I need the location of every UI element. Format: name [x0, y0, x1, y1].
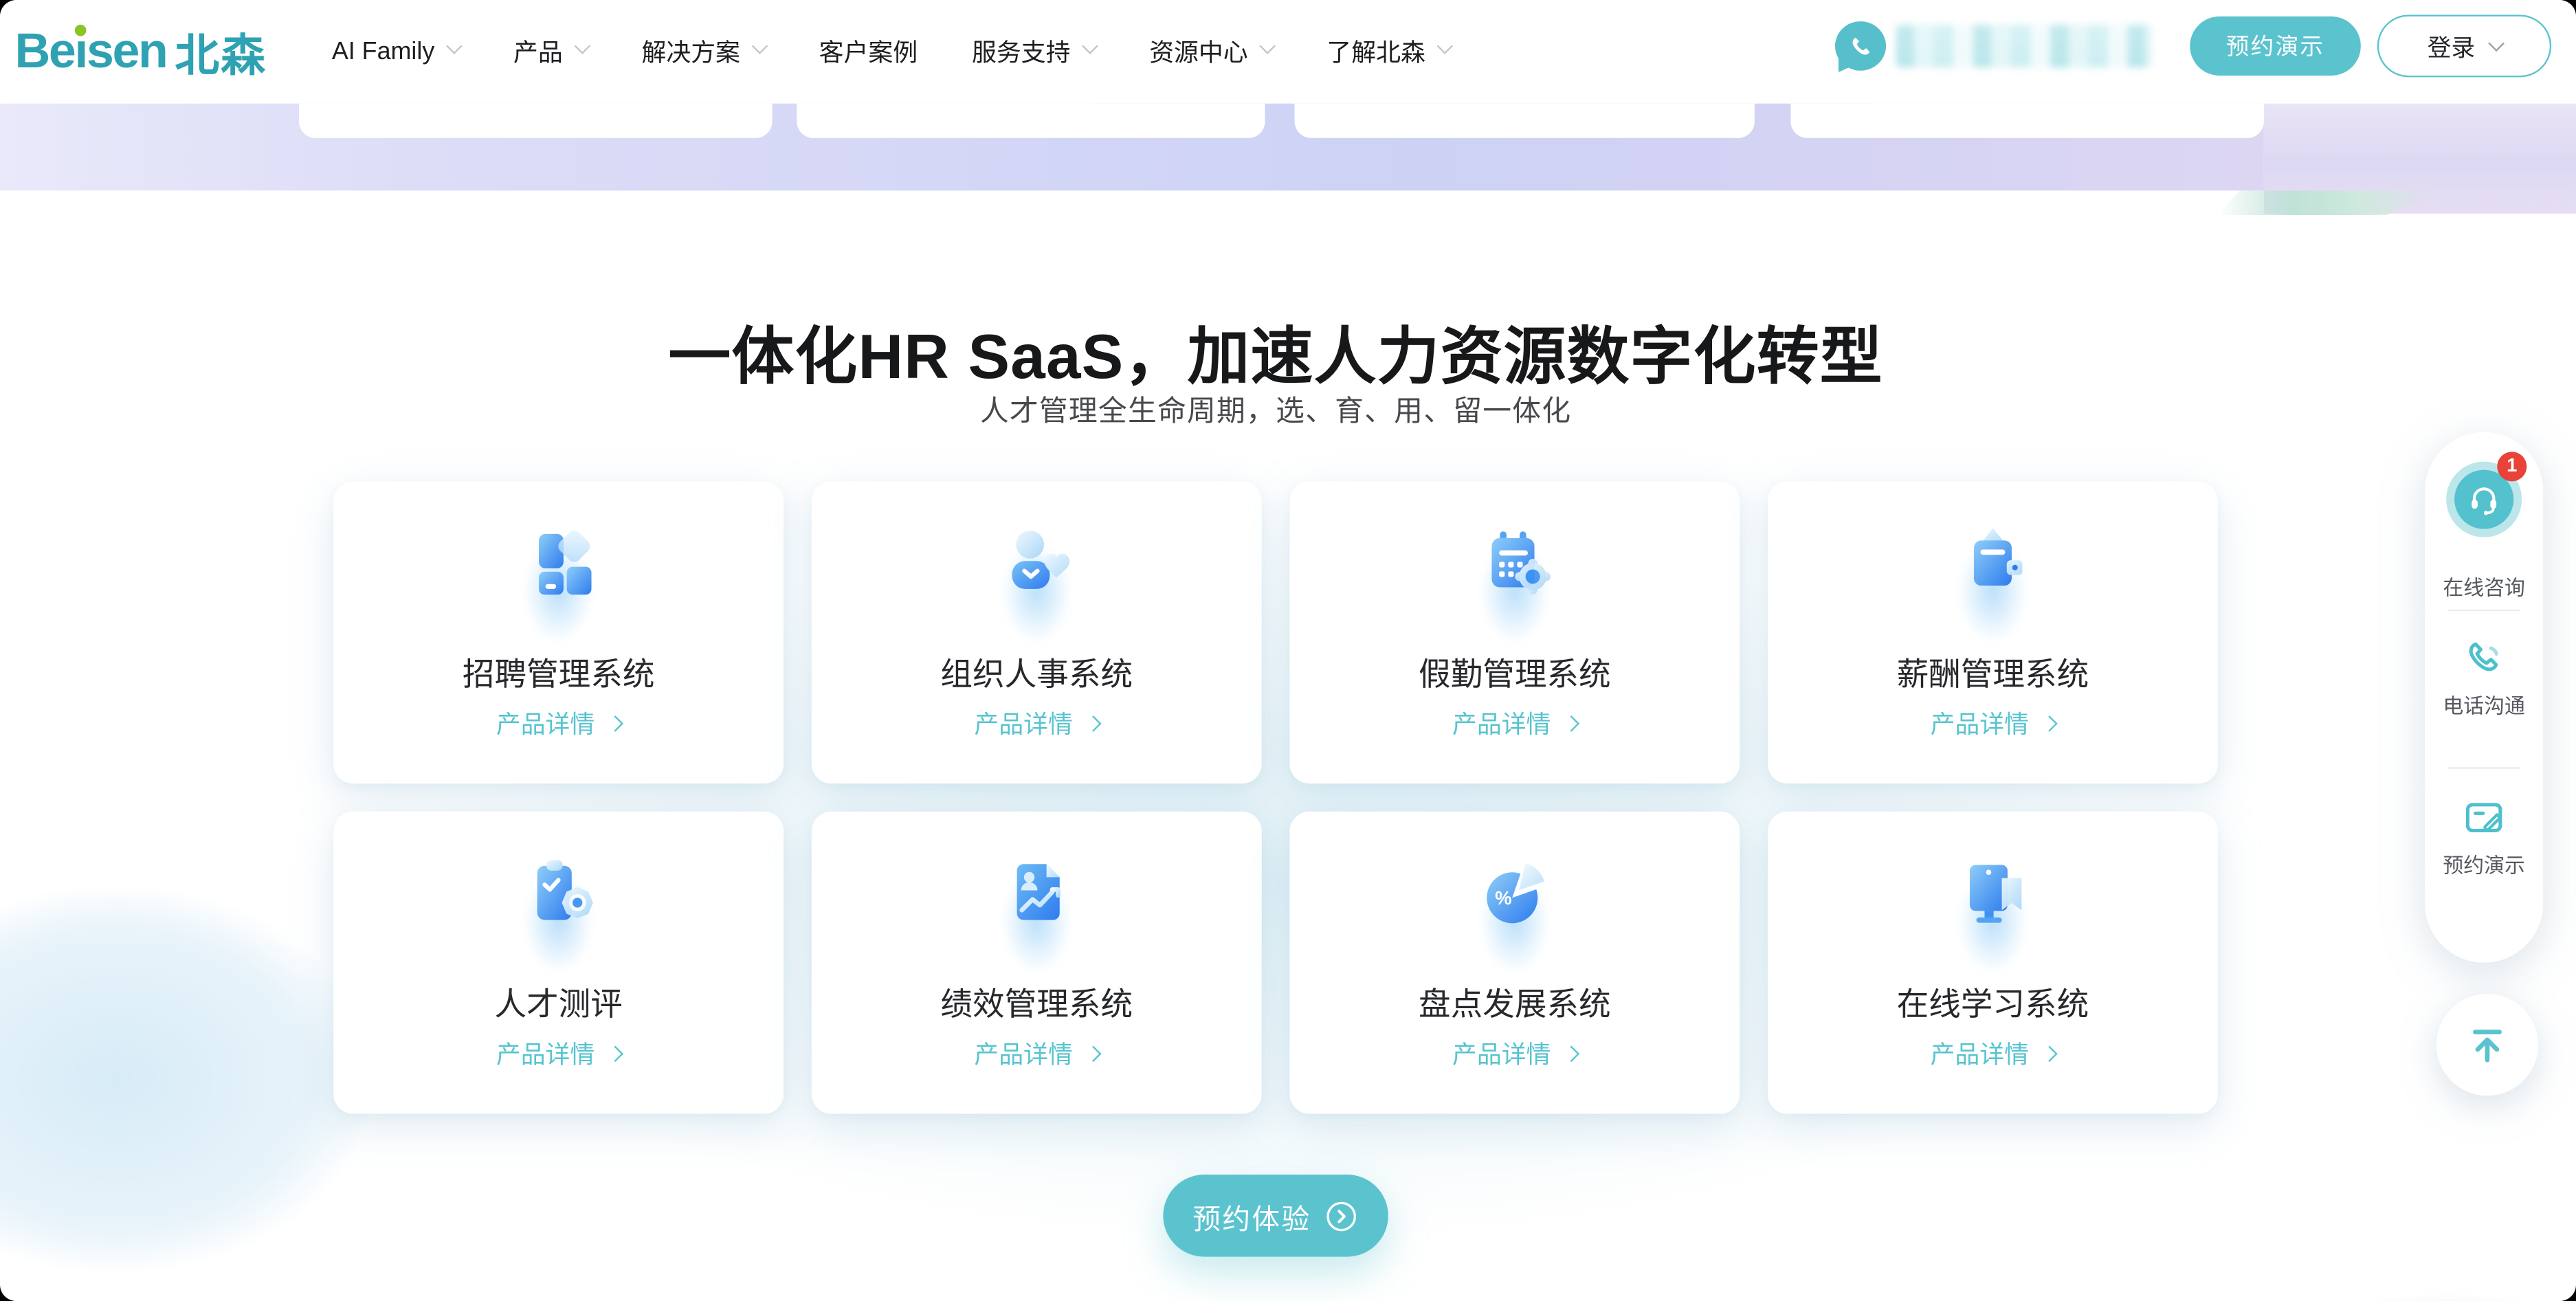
- chevron-down-icon: [2487, 34, 2504, 51]
- clipboard-gear-icon: [518, 853, 600, 935]
- product-detail-link[interactable]: 产品详情: [1289, 707, 1740, 741]
- product-card-compensation[interactable]: 薪酬管理系统 产品详情: [1768, 481, 2218, 783]
- partial-card: [1295, 104, 1755, 138]
- divider: [2448, 610, 2520, 611]
- phone-icon: [2461, 636, 2507, 682]
- app-blocks-icon: [518, 522, 600, 605]
- main-nav: AI Family 产品 解决方案 客户案例 服务支持 资源中心 了解北森: [332, 0, 1450, 104]
- product-card-assessment[interactable]: 人才测评 产品详情: [333, 812, 784, 1114]
- wallet-icon: [1952, 522, 2034, 605]
- person-heart-icon: [996, 522, 1078, 605]
- product-detail-link[interactable]: 产品详情: [812, 707, 1262, 741]
- chevron-right-icon: [1563, 715, 1579, 732]
- chevron-right-icon: [2041, 1046, 2058, 1063]
- book-trial-button[interactable]: 预约体验: [1163, 1175, 1388, 1257]
- phone-contact-button[interactable]: 电话沟通: [2425, 636, 2543, 720]
- nav-item-ai-family[interactable]: AI Family: [332, 38, 459, 66]
- product-detail-link[interactable]: 产品详情: [812, 1036, 1262, 1071]
- beisen-homepage: Beısen 北森 AI Family 产品 解决方案 客户案例 服务支持 资源…: [0, 0, 2576, 1301]
- nav-item-solutions[interactable]: 解决方案: [641, 34, 764, 69]
- product-detail-link[interactable]: 产品详情: [333, 707, 784, 741]
- monitor-learning-icon: [1952, 853, 2034, 935]
- chevron-right-icon: [1085, 1046, 1102, 1063]
- book-demo-side-button[interactable]: 预约演示: [2425, 795, 2543, 879]
- top-navigation-bar: Beısen 北森 AI Family 产品 解决方案 客户案例 服务支持 资源…: [0, 0, 2576, 104]
- circle-arrow-right-icon: [1324, 1199, 1359, 1233]
- product-card-online-learning[interactable]: 在线学习系统 产品详情: [1768, 812, 2218, 1114]
- phone-number-redacted: [1896, 25, 2152, 67]
- partial-card: [299, 104, 772, 138]
- chevron-right-icon: [607, 1046, 623, 1063]
- product-detail-link[interactable]: 产品详情: [333, 1036, 784, 1071]
- chevron-down-icon: [573, 38, 590, 54]
- product-grid: 招聘管理系统 产品详情 组织人事系统 产品详情: [333, 481, 2218, 1113]
- form-pen-icon: [2461, 795, 2507, 841]
- product-card-recruiting[interactable]: 招聘管理系统 产品详情: [333, 481, 784, 783]
- chevron-right-icon: [1085, 715, 1102, 732]
- calendar-gear-icon: [1474, 522, 1556, 605]
- nav-item-service-support[interactable]: 服务支持: [972, 34, 1095, 69]
- chevron-right-icon: [2041, 715, 2058, 732]
- product-detail-link[interactable]: 产品详情: [1768, 707, 2218, 741]
- login-button[interactable]: 登录: [2377, 15, 2551, 78]
- nav-item-about-beisen[interactable]: 了解北森: [1326, 34, 1450, 69]
- logo-cjk: 北森: [175, 20, 267, 84]
- pie-percent-icon: %: [1474, 853, 1556, 935]
- product-card-talent-review[interactable]: % 盘点发展系统 产品详情: [1289, 812, 1740, 1114]
- partial-card: [1790, 104, 2263, 138]
- svg-text:%: %: [1495, 887, 1511, 909]
- arrow-up-icon: [2466, 1023, 2509, 1066]
- product-detail-link[interactable]: 产品详情: [1289, 1036, 1740, 1071]
- beisen-logo[interactable]: Beısen 北森: [15, 0, 267, 104]
- notification-badge: 1: [2497, 452, 2527, 481]
- logo-green-dot-icon: [75, 24, 87, 36]
- book-demo-button[interactable]: 预约演示: [2190, 16, 2361, 76]
- chevron-down-icon: [751, 38, 768, 54]
- chevron-down-icon: [445, 38, 462, 54]
- chevron-down-icon: [1081, 38, 1098, 54]
- chevron-right-icon: [607, 715, 623, 732]
- product-detail-link[interactable]: 产品详情: [1768, 1036, 2218, 1071]
- page-title: 一体化HR SaaS，加速人力资源数字化转型: [333, 306, 2218, 396]
- online-consult-button[interactable]: 1 在线咨询: [2425, 447, 2543, 598]
- phone-bubble-icon: [1835, 21, 1886, 71]
- chevron-right-icon: [1563, 1046, 1579, 1063]
- divider: [2448, 767, 2520, 768]
- contact-phone: [1835, 21, 2152, 71]
- nav-item-products[interactable]: 产品: [513, 34, 588, 69]
- background-bottom-blob: [2062, 1255, 2576, 1301]
- floating-contact-toolbar: 1 在线咨询 电话沟通 预约演示: [2425, 432, 2543, 963]
- page-subtitle: 人才管理全生命周期，选、育、用、留一体化: [333, 390, 2218, 431]
- nav-item-customer-cases[interactable]: 客户案例: [819, 34, 918, 69]
- product-card-performance[interactable]: 绩效管理系统 产品详情: [812, 812, 1262, 1114]
- partial-card: [797, 104, 1265, 138]
- nav-item-resource-center[interactable]: 资源中心: [1149, 34, 1272, 69]
- logo-wordmark: Beısen: [15, 24, 167, 80]
- report-chart-icon: [996, 853, 1078, 935]
- chevron-down-icon: [1436, 38, 1453, 54]
- product-card-attendance[interactable]: 假勤管理系统 产品详情: [1289, 481, 1740, 783]
- back-to-top-button[interactable]: [2436, 994, 2538, 1096]
- product-card-core-hr[interactable]: 组织人事系统 产品详情: [812, 481, 1262, 783]
- chevron-down-icon: [1258, 38, 1275, 54]
